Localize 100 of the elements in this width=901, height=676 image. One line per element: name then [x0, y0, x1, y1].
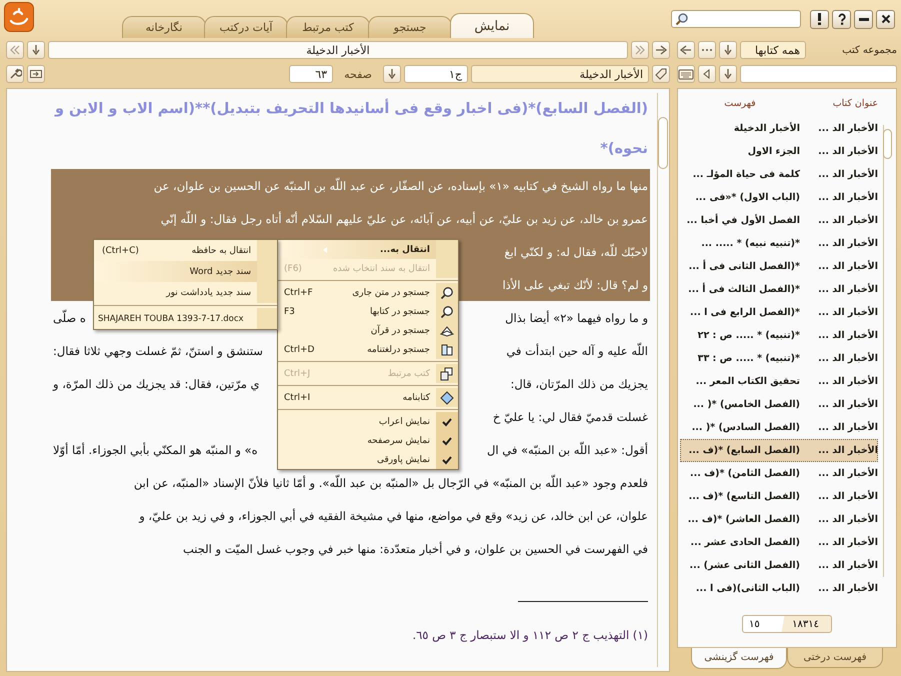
- body-text: غسلت قدميّ فقال لي: يا عليّ خ: [492, 410, 648, 424]
- table-cell[interactable]: الأخبار الد ...: [804, 330, 878, 341]
- export-button[interactable]: [27, 65, 45, 83]
- menu-item[interactable]: نمایش پاورقی: [278, 450, 458, 469]
- tab[interactable]: فهرست گزینشی: [691, 647, 787, 669]
- book-title-text: الأخبار الدخيلة: [306, 44, 370, 56]
- table-cell[interactable]: *(الفصل الثانى فى أ ...: [680, 261, 804, 272]
- menu-item[interactable]: انتقال به...: [278, 240, 458, 259]
- logo-icon[interactable]: [4, 2, 34, 32]
- table-cell[interactable]: (الفصل السادس) *( ...: [680, 422, 804, 433]
- book-icon: [440, 342, 454, 356]
- table-cell[interactable]: الأخبار الد ...: [804, 399, 878, 410]
- table-cell[interactable]: (الفصل الثامن) *(ف ...: [680, 468, 804, 479]
- help-button[interactable]: [832, 10, 851, 28]
- menu-item[interactable]: نمایش اعراب: [278, 412, 458, 431]
- table-cell[interactable]: *(تنبيه نبيه) * ..... ...: [680, 238, 804, 249]
- table-cell[interactable]: كلمة فى حياة المؤلـ ...: [680, 169, 804, 180]
- alert-button[interactable]: [810, 10, 829, 28]
- table-cell[interactable]: الأخبار الد ...: [804, 468, 878, 479]
- table-cell[interactable]: الأخبار الد ...: [804, 445, 878, 456]
- table-cell[interactable]: الأخبار الد ...: [804, 123, 878, 134]
- chapter-heading: نحوه)*: [599, 140, 648, 159]
- body-text: اللّه عليه و آله حين ابتدأت في: [506, 344, 648, 358]
- tab[interactable]: کتب مرتبط: [286, 16, 370, 38]
- table-cell[interactable]: الأخبار الد ...: [804, 169, 878, 180]
- table-cell[interactable]: (الفصل السابع) *(ف ...: [680, 445, 804, 456]
- menu-item[interactable]: سند جدید Word: [94, 261, 277, 282]
- collection-dropdown[interactable]: همه کتابها: [740, 41, 806, 59]
- table-cell[interactable]: الأخبار الد ...: [804, 307, 878, 318]
- left-arrow-icon: [679, 43, 693, 57]
- table-cell[interactable]: الأخبار الد ...: [804, 376, 878, 387]
- tab[interactable]: فهرست درختی: [787, 648, 883, 668]
- table-cell[interactable]: الأخبار الد ...: [804, 422, 878, 433]
- keyboard-button[interactable]: [677, 65, 695, 83]
- minimize-icon: [858, 18, 868, 20]
- tab[interactable]: نگارخانه: [122, 16, 206, 38]
- tab[interactable]: نمایش: [450, 13, 534, 38]
- bookmark-button[interactable]: [652, 65, 670, 83]
- table-cell[interactable]: (الفصل العاشر) *(ف ...: [680, 514, 804, 525]
- close-button[interactable]: [876, 10, 895, 28]
- table-cell[interactable]: الأخبار الد ...: [804, 491, 878, 502]
- dropdown-button[interactable]: [719, 65, 737, 83]
- table-cell[interactable]: الأخبار الد ...: [804, 238, 878, 249]
- table-cell[interactable]: الأخبار الد ...: [804, 215, 878, 226]
- body-text: و ما رواه فيهما «٢» أيضا بذال: [505, 310, 648, 324]
- table-cell[interactable]: الأخبار الد ...: [804, 284, 878, 295]
- more-button[interactable]: [698, 41, 716, 59]
- body-text: و لم؟ قال: لأنّك تبغي على الأذا: [502, 278, 648, 292]
- table-cell[interactable]: (الباب الاول) *«فى ...: [680, 192, 804, 203]
- volume-field[interactable]: ج١: [404, 65, 468, 83]
- table-cell[interactable]: *(الفصل الثالث فى أ ...: [680, 284, 804, 295]
- table-cell[interactable]: *(تنبيه) * ..... ص : ٢٢: [680, 330, 804, 341]
- play-button[interactable]: [698, 65, 716, 83]
- table-cell[interactable]: *(الفصل الرابع فى ا ...: [680, 307, 804, 318]
- table-cell[interactable]: الجزء الاول: [680, 146, 804, 157]
- wrench-icon: [8, 67, 22, 81]
- book-field[interactable]: الأخبار الدخيلة: [471, 65, 649, 83]
- double-chevron-icon: [633, 43, 647, 57]
- menu-item[interactable]: جستجو در قرآن: [278, 321, 458, 340]
- table-cell[interactable]: الأخبار الد ...: [804, 583, 878, 594]
- table-cell[interactable]: الأخبار الد ...: [804, 261, 878, 272]
- search-field[interactable]: [740, 65, 897, 83]
- table-cell[interactable]: الأخبار الد ...: [804, 514, 878, 525]
- table-cell[interactable]: الأخبار الد ...: [804, 192, 878, 203]
- table-cell[interactable]: الأخبار الد ...: [804, 560, 878, 571]
- current-count: ١٥: [748, 618, 760, 630]
- table-cell[interactable]: الأخبار الد ...: [804, 537, 878, 548]
- column-header: فهرست: [723, 98, 757, 108]
- table-cell[interactable]: (الفصل الخامس) *( ...: [680, 399, 804, 410]
- dropdown-button[interactable]: [719, 41, 737, 59]
- table-cell[interactable]: الأخبار الدخيلة: [680, 123, 804, 134]
- menu-item[interactable]: نمایش سرصفحه: [278, 431, 458, 450]
- table-cell[interactable]: الفصل الأول في أخبا ...: [680, 215, 804, 226]
- menu-item[interactable]: SHAJAREH TOUBA 1393-7-17.docx: [94, 308, 277, 329]
- table-cell[interactable]: (الفصل الثانى عشر) ...: [680, 560, 804, 571]
- table-cell[interactable]: (الفصل التاسع) *(ف ...: [680, 491, 804, 502]
- tab[interactable]: آیات درکتب: [204, 16, 288, 38]
- book-title-field[interactable]: الأخبار الدخيلة: [48, 41, 628, 59]
- search-field[interactable]: [671, 10, 801, 28]
- tools-button[interactable]: [6, 65, 24, 83]
- menu-item[interactable]: سند جدید یادداشت نور: [94, 282, 277, 303]
- table-cell[interactable]: (الباب الثانى)(فى ا ...: [680, 583, 804, 594]
- back-button[interactable]: [677, 41, 695, 59]
- dropdown-button[interactable]: [383, 65, 401, 83]
- body-text: ه صلّى: [53, 310, 86, 324]
- scrollbar[interactable]: [883, 125, 892, 577]
- row-highlight[interactable]: الأخبار الد ... (الفصل السابع) *(ف ...: [680, 439, 878, 462]
- table-cell[interactable]: (الفصل الحادى عشر ...: [680, 537, 804, 548]
- forward-button[interactable]: [652, 41, 670, 59]
- scrollbar[interactable]: [657, 93, 668, 667]
- tab[interactable]: جستجو: [368, 16, 452, 38]
- minimize-button[interactable]: [854, 10, 873, 28]
- table-cell[interactable]: الأخبار الد ...: [804, 146, 878, 157]
- body-text: ه» و المنبّه هو المكنّي بأبي الجوزاء. أمّا أوّلا: [53, 442, 258, 456]
- table-cell[interactable]: الأخبار الد ...: [804, 353, 878, 364]
- page-field[interactable]: ٦٣: [289, 65, 334, 83]
- body-text: لاحبّك للّه، فقال له: و لكنّي ابغ: [504, 244, 648, 258]
- down-arrow-button[interactable]: [27, 41, 45, 59]
- table-cell[interactable]: تحقيق الكتاب المعر ...: [680, 376, 804, 387]
- table-cell[interactable]: *(تنبيه) * ..... ص : ٣٣: [680, 353, 804, 364]
